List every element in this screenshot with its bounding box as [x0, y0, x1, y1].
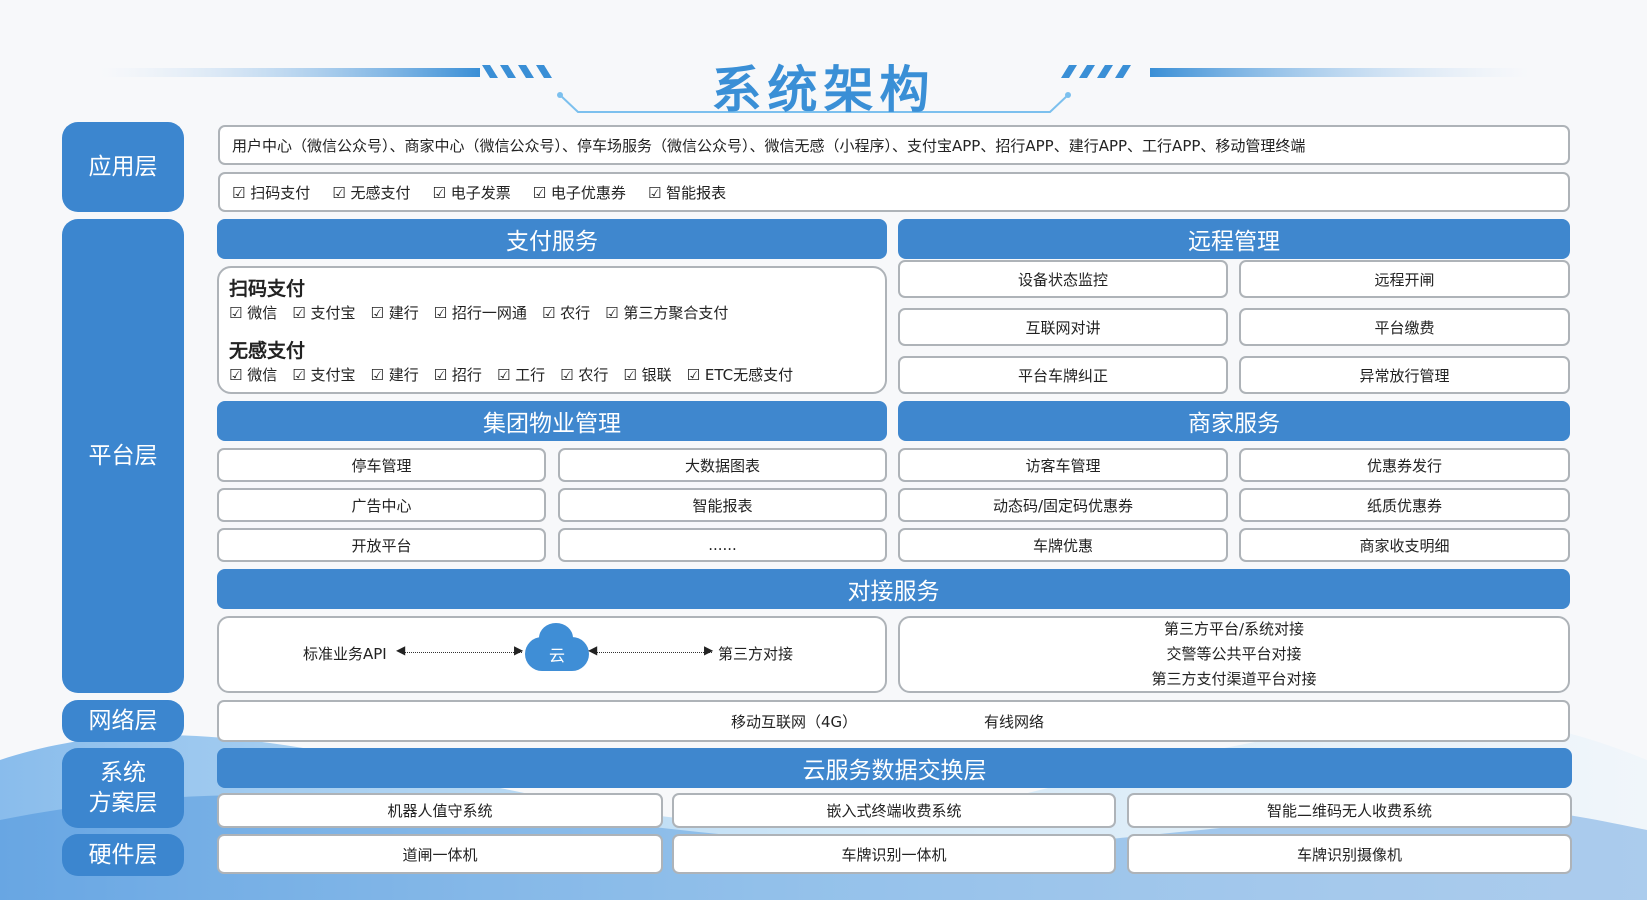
- remote-header: 远程管理: [898, 219, 1570, 259]
- scan-pay-item: 农行: [542, 302, 590, 324]
- scan-pay-item: 微信: [229, 302, 277, 324]
- group-item-more: ......: [558, 528, 887, 562]
- layer-label-hardware: 硬件层: [62, 834, 184, 876]
- nonsense-pay-item: ETC无感支付: [687, 364, 793, 386]
- docking-right-box: 第三方平台/系统对接 交警等公共平台对接 第三方支付渠道平台对接: [898, 616, 1570, 693]
- merchant-item-visitor: 访客车管理: [898, 448, 1228, 482]
- third-party-label: 第三方对接: [718, 645, 794, 663]
- feature-item: 电子发票: [432, 182, 511, 203]
- app-features-list: 扫码支付 无感支付 电子发票 电子优惠券 智能报表: [232, 182, 726, 203]
- remote-item-device-monitor: 设备状态监控: [898, 260, 1228, 298]
- nonsense-pay-item: 银联: [623, 364, 672, 386]
- arrowhead-right-icon: ▶: [704, 643, 714, 657]
- hardware-plate-recognition-unit: 车牌识别一体机: [672, 834, 1116, 874]
- group-item-parking: 停车管理: [217, 448, 546, 482]
- cloud-third-party-arrow: [592, 652, 712, 653]
- docking-right-line: 第三方支付渠道平台对接: [1151, 670, 1317, 688]
- cloud-icon: 云: [525, 623, 589, 671]
- merchant-item-paper-coupon: 纸质优惠券: [1239, 488, 1570, 522]
- docking-header: 对接服务: [217, 569, 1570, 609]
- nonsense-pay-item: 支付宝: [292, 364, 355, 386]
- solution-qr-unattended: 智能二维码无人收费系统: [1127, 793, 1572, 828]
- api-label: 标准业务API: [303, 645, 387, 663]
- layer-label-solution-line2: 方案层: [88, 790, 158, 816]
- nonsense-pay-item: 微信: [229, 364, 277, 386]
- merchant-item-plate-discount: 车牌优惠: [898, 528, 1228, 562]
- layer-label-app: 应用层: [62, 122, 184, 212]
- page-title: 系统架构: [711, 61, 936, 119]
- nonsense-pay-title: 无感支付: [229, 340, 306, 362]
- nonsense-pay-list: 微信 支付宝 建行 招行 工行 农行 银联 ETC无感支付: [229, 364, 793, 386]
- solution-embedded-terminal: 嵌入式终端收费系统: [672, 793, 1116, 828]
- cloud-label: 云: [548, 646, 565, 665]
- remote-item-plate-correction: 平台车牌纠正: [898, 356, 1228, 394]
- scan-pay-item: 第三方聚合支付: [605, 302, 728, 324]
- nonsense-pay-item: 工行: [497, 364, 545, 386]
- arrowhead-right-icon: ▶: [514, 643, 524, 657]
- merchant-item-coupon-issue: 优惠券发行: [1239, 448, 1570, 482]
- hardware-plate-camera: 车牌识别摄像机: [1127, 834, 1572, 874]
- remote-item-abnormal-release: 异常放行管理: [1239, 356, 1570, 394]
- arrowhead-left-icon: ◀: [588, 643, 598, 657]
- scan-pay-item: 支付宝: [292, 302, 355, 324]
- nonsense-pay-item: 农行: [560, 364, 608, 386]
- network-mobile: 移动互联网（4G）: [731, 712, 858, 731]
- app-features-box: 扫码支付 无感支付 电子发票 电子优惠券 智能报表: [218, 172, 1570, 212]
- app-entries-box: 用户中心（微信公众号）、商家中心（微信公众号）、停车场服务（微信公众号）、微信无…: [218, 125, 1570, 165]
- scan-pay-item: 建行: [370, 302, 419, 324]
- cloud-exchange-header: 云服务数据交换层: [217, 748, 1572, 788]
- network-box: 移动互联网（4G） 有线网络: [217, 700, 1570, 742]
- group-item-open-platform: 开放平台: [217, 528, 546, 562]
- scan-pay-item: 招行一网通: [434, 302, 527, 324]
- merchant-item-dynamic-code: 动态码/固定码优惠券: [898, 488, 1228, 522]
- feature-item: 无感支付: [332, 182, 410, 203]
- group-item-smart-report: 智能报表: [558, 488, 887, 522]
- feature-item: 智能报表: [648, 182, 726, 203]
- merchant-item-statement: 商家收支明细: [1239, 528, 1570, 562]
- layer-label-network: 网络层: [62, 700, 184, 742]
- hardware-barrier-gate: 道闸一体机: [217, 834, 663, 874]
- layer-label-solution: 系统 方案层: [62, 748, 184, 828]
- group-item-ad-center: 广告中心: [217, 488, 546, 522]
- group-item-bigdata: 大数据图表: [558, 448, 887, 482]
- docking-right-line: 第三方平台/系统对接: [1163, 620, 1305, 638]
- nonsense-pay-item: 建行: [370, 364, 419, 386]
- arrowhead-left-icon: ◀: [396, 643, 406, 657]
- feature-item: 扫码支付: [232, 182, 310, 203]
- remote-item-intercom: 互联网对讲: [898, 308, 1228, 346]
- docking-right-line: 交警等公共平台对接: [1166, 645, 1302, 663]
- remote-item-platform-payment: 平台缴费: [1239, 308, 1570, 346]
- scan-pay-title: 扫码支付: [229, 278, 306, 300]
- remote-item-remote-gate: 远程开闸: [1239, 260, 1570, 298]
- group-header: 集团物业管理: [217, 401, 887, 441]
- layer-label-solution-line1: 系统: [100, 760, 146, 786]
- payment-box: 扫码支付 微信 支付宝 建行 招行一网通 农行 第三方聚合支付 无感支付 微信 …: [217, 266, 887, 394]
- scan-pay-list: 微信 支付宝 建行 招行一网通 农行 第三方聚合支付: [229, 302, 728, 324]
- solution-robot-duty: 机器人值守系统: [217, 793, 663, 828]
- api-cloud-arrow: [400, 652, 522, 653]
- feature-item: 电子优惠券: [533, 182, 626, 203]
- nonsense-pay-item: 招行: [434, 364, 482, 386]
- network-wired: 有线网络: [984, 712, 1045, 731]
- payment-header: 支付服务: [217, 219, 887, 259]
- layer-label-platform: 平台层: [62, 219, 184, 693]
- merchant-header: 商家服务: [898, 401, 1570, 441]
